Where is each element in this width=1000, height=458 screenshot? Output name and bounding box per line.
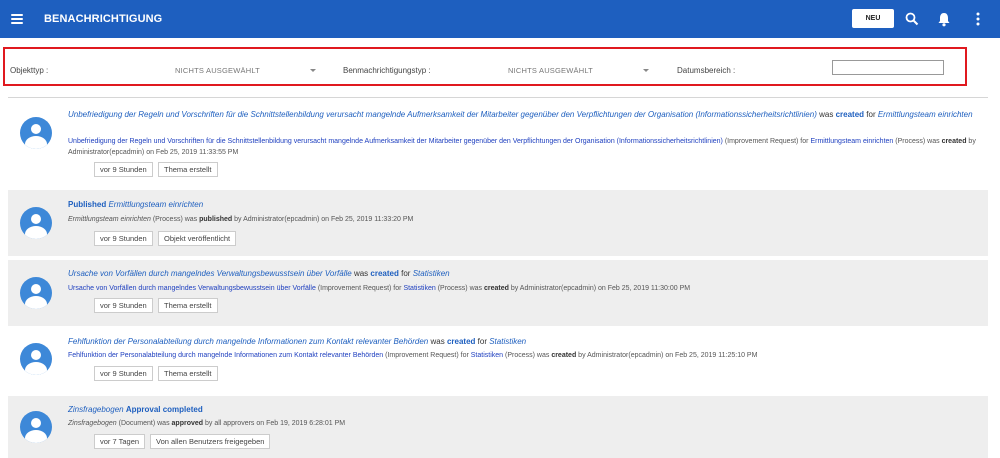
notification-title-link[interactable]: Fehlfunktion der Personalabteilung durch… <box>68 337 428 346</box>
time-badge: vor 7 Tagen <box>94 434 146 449</box>
detail-subject-link[interactable]: Fehlfunktion der Personalabteilung durch… <box>68 352 383 359</box>
notification-title: Unbefriedigung der Regeln und Vorschrift… <box>68 110 973 119</box>
detail-subject-link[interactable]: Ursache von Vorfällen durch mangelndes V… <box>68 285 316 292</box>
notification-title: Ursache von Vorfällen durch mangelndes V… <box>68 269 450 278</box>
avatar <box>20 207 52 239</box>
time-badge: vor 9 Stunden <box>94 231 153 246</box>
object-type-select[interactable]: NICHTS AUSGEWÄHLT <box>175 66 260 75</box>
notification-target-link[interactable]: Ermittlungsteam einrichten <box>878 110 973 119</box>
notification-title-link[interactable]: Zinsfragebogen <box>68 405 124 414</box>
object-type-chevron-down-icon[interactable] <box>310 69 316 72</box>
notification-title-link[interactable]: Unbefriedigung der Regeln und Vorschrift… <box>68 110 817 119</box>
avatar <box>20 277 52 309</box>
hamburger-menu-icon[interactable] <box>11 14 23 24</box>
notification-item: Zinsfragebogen Approval completed Zinsfr… <box>8 396 988 458</box>
notification-item: Unbefriedigung der Regeln und Vorschrift… <box>8 100 988 184</box>
top-app-bar: BENACHRICHTIGUNG NEU <box>0 0 1000 38</box>
notification-type-chevron-down-icon[interactable] <box>643 69 649 72</box>
search-icon[interactable] <box>903 10 921 28</box>
notification-title: Fehlfunktion der Personalabteilung durch… <box>68 337 527 346</box>
avatar <box>20 117 52 149</box>
avatar <box>20 411 52 443</box>
filter-bar: Objekttyp : NICHTS AUSGEWÄHLT Benmachric… <box>3 47 967 86</box>
time-badge: vor 9 Stunden <box>94 366 153 381</box>
page-title: BENACHRICHTIGUNG <box>44 13 163 25</box>
time-badge: vor 9 Stunden <box>94 162 153 177</box>
event-type-badge: Thema erstellt <box>158 298 218 313</box>
event-type-badge: Thema erstellt <box>158 366 218 381</box>
notification-detail: Zinsfragebogen (Document) was approved b… <box>68 420 346 427</box>
notification-type-select[interactable]: NICHTS AUSGEWÄHLT <box>508 66 593 75</box>
time-badge: vor 9 Stunden <box>94 298 153 313</box>
notification-title-link[interactable]: Ursache von Vorfällen durch mangelndes V… <box>68 269 352 278</box>
detail-target-link[interactable]: Statistiken <box>403 285 435 292</box>
date-range-input[interactable] <box>832 60 944 75</box>
notification-item: Fehlfunktion der Personalabteilung durch… <box>8 328 988 390</box>
bell-icon[interactable] <box>935 10 953 28</box>
object-type-label: Objekttyp : <box>10 66 49 75</box>
new-button[interactable]: NEU <box>852 9 894 28</box>
notification-item: Published Ermittlungsteam einrichten Erm… <box>8 190 988 256</box>
avatar <box>20 343 52 375</box>
event-type-badge: Thema erstellt <box>158 162 218 177</box>
notification-detail: Unbefriedigung der Regeln und Vorschrift… <box>68 138 976 156</box>
event-type-badge: Objekt veröffentlicht <box>158 231 237 246</box>
detail-subject-link[interactable]: Unbefriedigung der Regeln und Vorschrift… <box>68 138 723 145</box>
notification-target-link[interactable]: Statistiken <box>413 269 450 278</box>
notification-detail: Fehlfunktion der Personalabteilung durch… <box>68 352 758 359</box>
notification-type-label: Benmachrichtigungstyp : <box>343 66 431 75</box>
notification-target-link[interactable]: Statistiken <box>489 337 526 346</box>
detail-target-link[interactable]: Statistiken <box>471 352 503 359</box>
notification-title: Published Ermittlungsteam einrichten <box>68 200 204 209</box>
notification-detail: Ursache von Vorfällen durch mangelndes V… <box>68 285 691 292</box>
more-vert-icon[interactable] <box>969 10 987 28</box>
detail-target-link[interactable]: Ermittlungsteam einrichten <box>810 138 893 145</box>
notification-title: Zinsfragebogen Approval completed <box>68 405 203 414</box>
divider <box>8 97 988 98</box>
notification-detail: Ermittlungsteam einrichten (Process) was… <box>68 216 414 223</box>
notification-item: Ursache von Vorfällen durch mangelndes V… <box>8 260 988 326</box>
event-type-badge: Von allen Benutzers freigegeben <box>150 434 271 449</box>
notification-target-link[interactable]: Ermittlungsteam einrichten <box>108 200 203 209</box>
date-range-label: Datumsbereich : <box>677 66 736 75</box>
